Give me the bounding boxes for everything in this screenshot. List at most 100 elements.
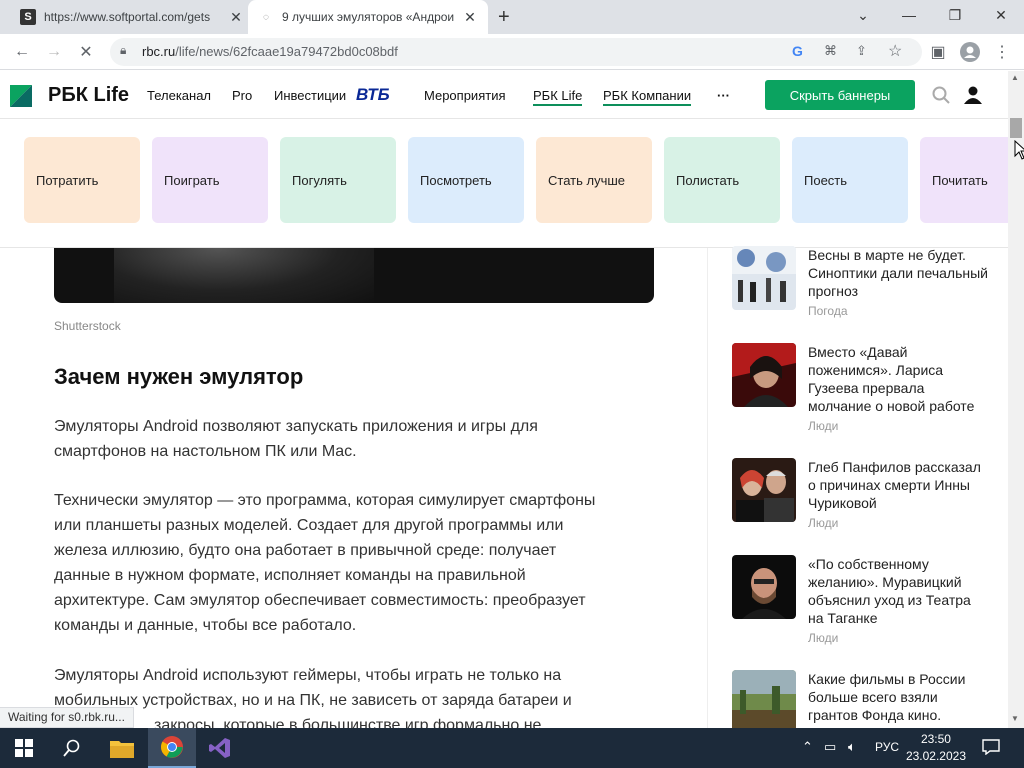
restore-button[interactable]: ❐: [932, 0, 978, 30]
nav-more[interactable]: ···: [717, 88, 730, 103]
site-logo[interactable]: РБК Life: [48, 84, 129, 107]
nav-pro[interactable]: Pro: [232, 88, 252, 103]
search-taskbar-button[interactable]: [48, 728, 96, 768]
system-clock[interactable]: 23:50 23.02.2023: [906, 731, 966, 765]
minimize-button[interactable]: —: [886, 0, 932, 30]
vtb-logo[interactable]: ВТБ: [356, 85, 390, 105]
category-card[interactable]: Посмотреть: [408, 137, 524, 223]
language-indicator[interactable]: РУС: [875, 740, 899, 754]
category-card[interactable]: Потратить: [24, 137, 140, 223]
windows-taskbar: ⌃ ▭ 🔈︎ РУС 23:50 23.02.2023: [0, 728, 1024, 768]
volume-icon[interactable]: 🔈︎: [848, 739, 856, 755]
search-icon: [63, 739, 80, 757]
visual-studio-button[interactable]: [196, 728, 244, 768]
tab-close-icon[interactable]: ✕: [462, 9, 478, 26]
loading-spinner-icon: ◌: [263, 11, 269, 23]
rbc-logo-icon[interactable]: [10, 85, 32, 107]
bookmark-star-icon[interactable]: ☆: [888, 41, 902, 61]
news-item[interactable]: Вместо «Давай поженимся». Лариса Гузеева…: [732, 343, 992, 435]
browser-toolbar: ← → ✕ 🔒︎ rbc.ru/life/news/62fcaae19a7947…: [0, 34, 1024, 70]
category-card[interactable]: Поиграть: [152, 137, 268, 223]
start-button[interactable]: [0, 728, 48, 768]
notifications-icon[interactable]: [982, 739, 1000, 758]
category-strip: Потратить Поиграть Погулять Посмотреть С…: [0, 120, 1008, 248]
news-title: Весны в марте не будет. Синоптики дали п…: [808, 247, 988, 299]
article-heading: Зачем нужен эмулятор: [54, 364, 304, 389]
nav-telekanal[interactable]: Телеканал: [147, 88, 211, 103]
article-paragraph: Технически эмулятор — это программа, кот…: [54, 492, 596, 634]
windows-logo-icon: [15, 739, 33, 757]
side-panel-icon[interactable]: ▣: [926, 40, 950, 64]
article-photo: [54, 248, 654, 303]
profile-icon[interactable]: [958, 40, 982, 64]
news-item[interactable]: «По собственному желанию». Муравицкий об…: [732, 555, 992, 647]
news-item[interactable]: Какие фильмы в России больше всего взяли…: [732, 670, 992, 728]
chrome-taskbar-button[interactable]: [148, 728, 196, 768]
file-explorer-button[interactable]: [98, 728, 146, 768]
article-paragraph: Эмуляторы Android позволяют запускать пр…: [54, 418, 538, 460]
nav-meropriyatiya[interactable]: Мероприятия: [424, 88, 506, 103]
forward-icon[interactable]: →: [42, 40, 66, 64]
news-title: Какие фильмы в России больше всего взяли…: [808, 671, 966, 723]
news-thumbnail: [732, 458, 796, 522]
photo-caption: Shutterstock: [54, 319, 121, 333]
nav-investitsii[interactable]: Инвестиции: [274, 88, 346, 103]
close-window-button[interactable]: ✕: [978, 0, 1024, 30]
mouse-cursor-icon: [1014, 140, 1024, 160]
visual-studio-icon: [209, 738, 230, 758]
url-text[interactable]: rbc.ru/life/news/62fcaae19a79472bd0c08bd…: [142, 44, 398, 59]
address-bar[interactable]: 🔒︎ rbc.ru/life/news/62fcaae19a79472bd0c0…: [110, 38, 922, 66]
sidebar-divider: [707, 248, 708, 728]
chrome-icon: [161, 736, 183, 758]
news-item[interactable]: Глеб Панфилов рассказал о причинах смерт…: [732, 458, 992, 534]
news-tag: Люди: [808, 516, 839, 530]
scroll-up-icon[interactable]: ▲: [1011, 73, 1019, 82]
folder-icon: [110, 741, 134, 758]
back-icon[interactable]: ←: [10, 40, 34, 64]
lock-icon[interactable]: 🔒︎: [120, 43, 126, 58]
tab-close-icon[interactable]: ✕: [228, 9, 244, 26]
user-account-icon[interactable]: [963, 85, 983, 105]
stop-loading-icon[interactable]: ✕: [74, 40, 98, 64]
tab-title: https://www.softportal.com/gets: [44, 10, 211, 24]
nav-rbc-life[interactable]: РБК Life: [533, 88, 583, 106]
category-card[interactable]: Погулять: [280, 137, 396, 223]
status-bar: Waiting for s0.rbk.ru...: [0, 707, 134, 728]
tab-search-icon[interactable]: ⌄: [840, 0, 886, 30]
scrollbar-thumb[interactable]: [1010, 118, 1022, 138]
hide-banners-button[interactable]: Скрыть баннеры: [765, 80, 915, 110]
tab-title: 9 лучших эмуляторов «Андрои: [282, 10, 455, 24]
news-thumbnail: [732, 555, 796, 619]
news-tag: Люди: [808, 419, 839, 433]
category-card[interactable]: Поесть: [792, 137, 908, 223]
menu-kebab-icon[interactable]: ⋮: [990, 40, 1014, 64]
category-card[interactable]: Почитать: [920, 137, 1008, 223]
news-thumbnail: [732, 246, 796, 310]
news-title: Вместо «Давай поженимся». Лариса Гузеева…: [808, 344, 975, 414]
page-scrollbar[interactable]: ▲ ▼: [1008, 71, 1024, 728]
search-icon[interactable]: [932, 86, 950, 104]
browser-tab-bar: S https://www.softportal.com/gets ✕ ◌ 9 …: [0, 0, 1024, 34]
share-icon[interactable]: ⇪: [856, 43, 867, 59]
tray-chevron-icon[interactable]: ⌃: [802, 739, 813, 755]
site-header: РБК Life Телеканал Pro Инвестиции ВТБ Ме…: [0, 71, 1008, 119]
translate-icon[interactable]: ⌘: [824, 43, 837, 59]
google-lens-icon[interactable]: G: [792, 43, 803, 59]
news-title: «По собственному желанию». Муравицкий об…: [808, 556, 971, 626]
scroll-down-icon[interactable]: ▼: [1011, 714, 1019, 723]
nav-rbc-kompanii[interactable]: РБК Компании: [603, 88, 692, 106]
new-tab-button[interactable]: +: [498, 6, 510, 29]
softportal-favicon-icon: S: [20, 9, 36, 25]
tab-active-emulators[interactable]: ◌ 9 лучших эмуляторов «Андрои ✕: [248, 0, 488, 34]
article-paragraph: Эмуляторы Android используют геймеры, чт…: [54, 667, 572, 728]
news-thumbnail: [732, 670, 796, 728]
category-card[interactable]: Полистать: [664, 137, 780, 223]
news-tag: Погода: [808, 304, 848, 318]
news-tag: Люди: [808, 631, 839, 645]
news-thumbnail: [732, 343, 796, 407]
category-card[interactable]: Стать лучше: [536, 137, 652, 223]
tab-softportal[interactable]: S https://www.softportal.com/gets ✕: [8, 0, 248, 34]
news-item[interactable]: Весны в марте не будет. Синоптики дали п…: [732, 246, 992, 326]
network-icon[interactable]: ▭: [824, 739, 836, 755]
news-title: Глеб Панфилов рассказал о причинах смерт…: [808, 459, 981, 511]
